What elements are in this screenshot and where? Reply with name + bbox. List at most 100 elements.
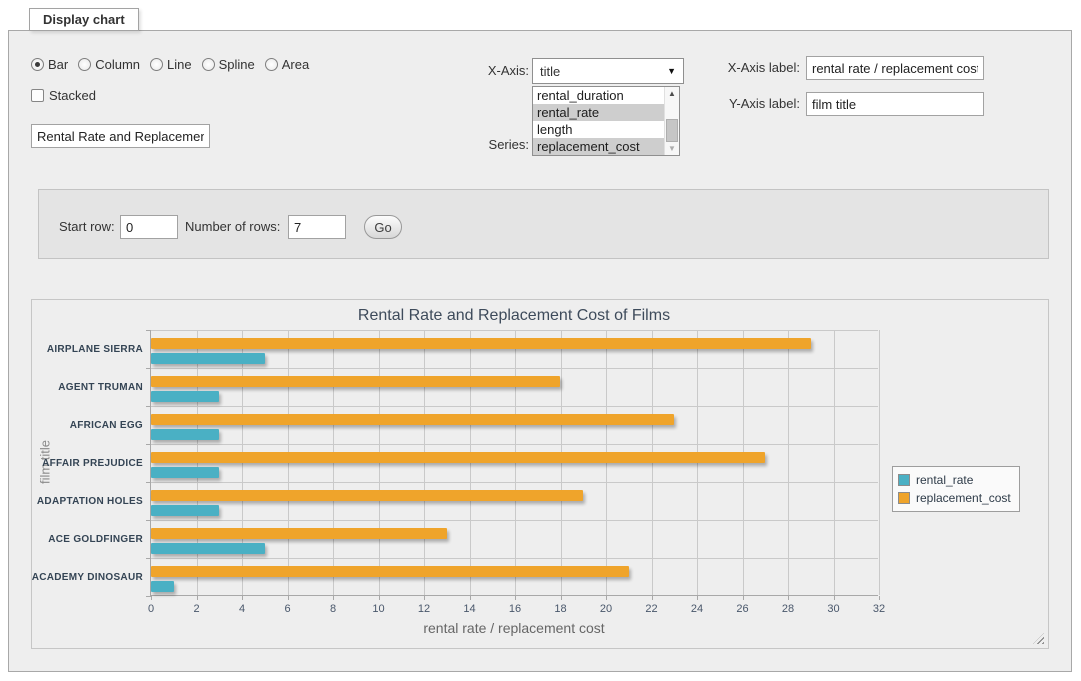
x-axis-title: rental rate / replacement cost — [150, 620, 878, 636]
x-tick-label: 8 — [318, 603, 348, 615]
start-row-label: Start row: — [59, 218, 115, 236]
y-gridline — [151, 406, 878, 407]
legend-swatch-replacement_cost — [898, 492, 910, 504]
y-tick-mark — [146, 482, 151, 483]
series-options: rental_durationrental_ratelengthreplacem… — [533, 87, 679, 155]
chart-type-option-bar: Bar — [31, 57, 68, 72]
y-gridline — [151, 482, 878, 483]
series-option-replacement_cost[interactable]: replacement_cost — [533, 138, 679, 155]
radio-label-line: Line — [167, 57, 192, 72]
bar-replacement_cost[interactable] — [151, 452, 765, 463]
x-tick-mark — [788, 596, 789, 600]
radio-spline[interactable] — [202, 58, 215, 71]
number-of-rows-input[interactable] — [288, 215, 346, 239]
category-label: AFRICAN EGG — [5, 406, 143, 444]
bar-replacement_cost[interactable] — [151, 528, 447, 539]
x-tick-label: 22 — [637, 603, 667, 615]
x-tick-mark — [879, 596, 880, 600]
x-tick-label: 4 — [227, 603, 257, 615]
chart-title: Rental Rate and Replacement Cost of Film… — [150, 307, 878, 325]
radio-line[interactable] — [150, 58, 163, 71]
radio-area[interactable] — [265, 58, 278, 71]
x-tick-mark — [834, 596, 835, 600]
start-row-input[interactable] — [120, 215, 178, 239]
scrollbar-thumb[interactable] — [666, 119, 678, 142]
category-label: AFFAIR PREJUDICE — [5, 444, 143, 482]
x-axis-label-input[interactable] — [806, 56, 984, 80]
chart-type-option-area: Area — [265, 57, 309, 72]
fieldset-legend: Display chart — [29, 8, 139, 31]
bar-replacement_cost[interactable] — [151, 490, 583, 501]
chart-title-input[interactable] — [31, 124, 210, 148]
scroll-up-icon[interactable]: ▲ — [665, 87, 679, 100]
bar-rental_rate[interactable] — [151, 391, 219, 402]
radio-bar[interactable] — [31, 58, 44, 71]
y-gridline — [151, 558, 878, 559]
listbox-scrollbar[interactable]: ▲ ▼ — [664, 87, 679, 155]
y-tick-mark — [146, 596, 151, 597]
legend-item-replacement_cost[interactable]: replacement_cost — [898, 489, 1011, 507]
go-button[interactable]: Go — [364, 215, 402, 239]
x-tick-mark — [697, 596, 698, 600]
x-tick-mark — [288, 596, 289, 600]
bar-replacement_cost[interactable] — [151, 376, 560, 387]
bar-replacement_cost[interactable] — [151, 338, 811, 349]
bar-rental_rate[interactable] — [151, 429, 219, 440]
chart-legend: rental_rate replacement_cost — [892, 466, 1020, 512]
radio-label-bar: Bar — [48, 57, 68, 72]
chart-type-option-line: Line — [150, 57, 192, 72]
x-axis-select-value: title — [540, 64, 560, 79]
x-tick-label: 6 — [273, 603, 303, 615]
x-tick-label: 2 — [182, 603, 212, 615]
x-gridline — [879, 330, 880, 595]
stacked-label: Stacked — [49, 88, 96, 103]
x-tick-label: 16 — [500, 603, 530, 615]
y-gridline — [151, 330, 878, 331]
scroll-down-icon[interactable]: ▼ — [665, 142, 679, 155]
category-label: ADAPTATION HOLES — [5, 482, 143, 520]
x-tick-label: 28 — [773, 603, 803, 615]
legend-label-replacement_cost: replacement_cost — [916, 491, 1011, 505]
y-tick-mark — [146, 406, 151, 407]
category-label: AGENT TRUMAN — [5, 368, 143, 406]
x-tick-mark — [379, 596, 380, 600]
x-axis-label-label: X-Axis label: — [690, 60, 800, 76]
series-option-rental_duration[interactable]: rental_duration — [533, 87, 679, 104]
x-tick-mark — [515, 596, 516, 600]
x-tick-label: 24 — [682, 603, 712, 615]
bar-rental_rate[interactable] — [151, 467, 219, 478]
y-tick-mark — [146, 444, 151, 445]
resize-grip-icon[interactable] — [1033, 633, 1044, 644]
x-axis-select[interactable]: title ▼ — [532, 58, 684, 84]
series-option-length[interactable]: length — [533, 121, 679, 138]
bar-rental_rate[interactable] — [151, 505, 219, 516]
x-tick-mark — [652, 596, 653, 600]
category-label: AIRPLANE SIERRA — [5, 330, 143, 368]
y-tick-mark — [146, 368, 151, 369]
y-tick-mark — [146, 558, 151, 559]
series-listbox[interactable]: rental_durationrental_ratelengthreplacem… — [532, 86, 680, 156]
x-tick-mark — [242, 596, 243, 600]
series-option-rental_rate[interactable]: rental_rate — [533, 104, 679, 121]
stacked-checkbox[interactable] — [31, 89, 44, 102]
category-label: ACE GOLDFINGER — [5, 520, 143, 558]
plot-area: 02468101214161820222426283032AIRPLANE SI… — [150, 330, 878, 596]
chart-panel: Rental Rate and Replacement Cost of Film… — [31, 299, 1049, 649]
bar-rental_rate[interactable] — [151, 353, 265, 364]
series-select-label: Series: — [439, 137, 529, 153]
radio-column[interactable] — [78, 58, 91, 71]
x-tick-label: 10 — [364, 603, 394, 615]
bar-rental_rate[interactable] — [151, 581, 174, 592]
display-chart-fieldset: Display chart BarColumnLineSplineArea St… — [8, 30, 1072, 672]
legend-item-rental_rate[interactable]: rental_rate — [898, 471, 1011, 489]
dropdown-arrow-icon: ▼ — [667, 66, 676, 76]
bar-replacement_cost[interactable] — [151, 414, 674, 425]
x-tick-mark — [561, 596, 562, 600]
chart-type-radio-group: BarColumnLineSplineArea — [31, 56, 313, 72]
y-axis-label-input[interactable] — [806, 92, 984, 116]
bar-rental_rate[interactable] — [151, 543, 265, 554]
x-tick-label: 0 — [136, 603, 166, 615]
x-tick-label: 14 — [455, 603, 485, 615]
x-tick-mark — [424, 596, 425, 600]
bar-replacement_cost[interactable] — [151, 566, 629, 577]
